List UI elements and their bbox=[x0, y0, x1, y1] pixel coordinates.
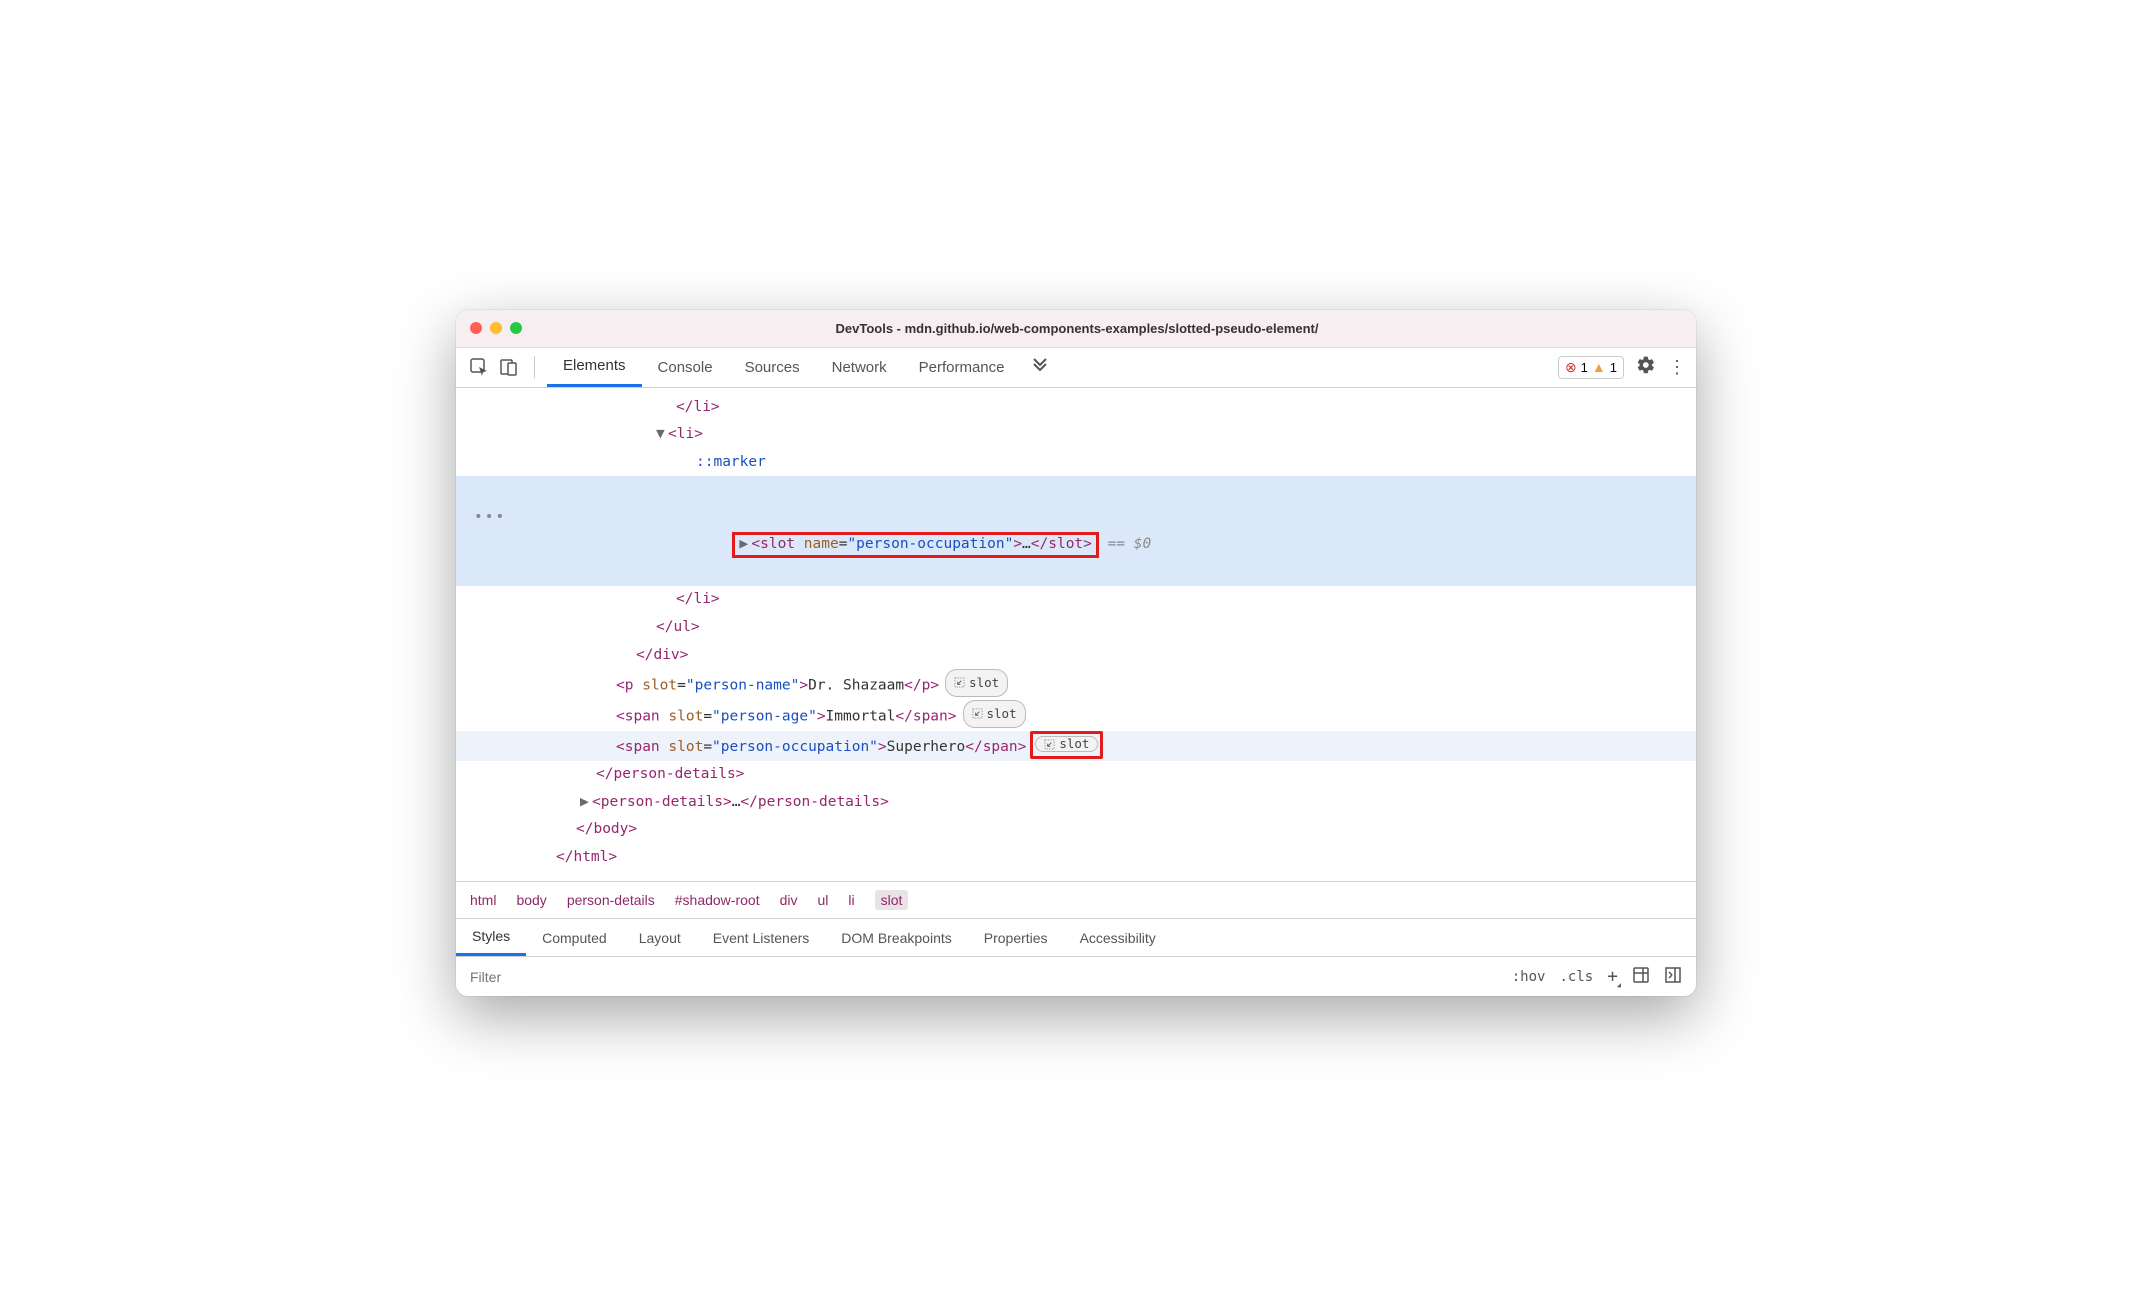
divider bbox=[534, 356, 535, 378]
breadcrumb-item[interactable]: body bbox=[516, 892, 546, 908]
subtab-layout[interactable]: Layout bbox=[623, 919, 697, 956]
dom-line[interactable]: </div> bbox=[456, 642, 1696, 670]
dom-line[interactable]: </person-details> bbox=[456, 761, 1696, 789]
reveal-slot-badge[interactable]: slot bbox=[1035, 736, 1098, 753]
close-window-button[interactable] bbox=[470, 322, 482, 334]
subtab-dom-breakpoints[interactable]: DOM Breakpoints bbox=[825, 919, 967, 956]
new-style-rule-button[interactable]: + bbox=[1607, 966, 1618, 987]
more-tabs-button[interactable] bbox=[1021, 348, 1059, 387]
styles-filter-input[interactable] bbox=[456, 957, 1498, 996]
tab-performance[interactable]: Performance bbox=[903, 348, 1021, 387]
dom-line[interactable]: </body> bbox=[456, 816, 1696, 844]
highlight-annotation: slot bbox=[1030, 731, 1103, 759]
breadcrumb-item[interactable]: html bbox=[470, 892, 496, 908]
error-icon: ⊗ bbox=[1565, 359, 1577, 376]
minimize-window-button[interactable] bbox=[490, 322, 502, 334]
expand-arrow-icon[interactable]: ▼ bbox=[656, 421, 668, 449]
breadcrumb-item[interactable]: li bbox=[848, 892, 854, 908]
dom-line[interactable]: ▼<li> bbox=[456, 421, 1696, 449]
maximize-window-button[interactable] bbox=[510, 322, 522, 334]
breadcrumbs: html body person-details #shadow-root di… bbox=[456, 881, 1696, 918]
tab-sources[interactable]: Sources bbox=[729, 348, 816, 387]
window-title: DevTools - mdn.github.io/web-components-… bbox=[522, 321, 1682, 336]
subtab-event-listeners[interactable]: Event Listeners bbox=[697, 919, 826, 956]
more-options-icon[interactable]: ⋮ bbox=[1668, 357, 1686, 378]
inspect-element-icon[interactable] bbox=[466, 354, 492, 380]
issues-badge[interactable]: ⊗ 1 ▲ 1 bbox=[1558, 356, 1624, 379]
dom-line[interactable]: <p slot="person-name">Dr. Shazaam</p>slo… bbox=[456, 669, 1696, 700]
subtab-computed[interactable]: Computed bbox=[526, 919, 623, 956]
devtools-window: DevTools - mdn.github.io/web-components-… bbox=[456, 310, 1696, 997]
titlebar: DevTools - mdn.github.io/web-components-… bbox=[456, 310, 1696, 348]
subtab-styles[interactable]: Styles bbox=[456, 919, 526, 956]
breadcrumb-item[interactable]: slot bbox=[875, 890, 909, 910]
dom-line[interactable]: ▶<person-details>…</person-details> bbox=[456, 789, 1696, 817]
styles-filter-bar: :hov .cls + bbox=[456, 956, 1696, 996]
breadcrumb-item[interactable]: div bbox=[780, 892, 798, 908]
expand-arrow-icon[interactable]: ▶ bbox=[580, 789, 592, 817]
dom-line[interactable]: <span slot="person-age">Immortal</span>s… bbox=[456, 700, 1696, 731]
computed-styles-icon[interactable] bbox=[1632, 966, 1650, 988]
highlight-annotation: ▶<slot name="person-occupation">…</slot> bbox=[732, 532, 1099, 558]
warning-count: 1 bbox=[1610, 360, 1617, 375]
toolbar-right: ⊗ 1 ▲ 1 ⋮ bbox=[1558, 355, 1686, 380]
tab-network[interactable]: Network bbox=[816, 348, 903, 387]
traffic-lights bbox=[470, 322, 522, 334]
reveal-slot-badge[interactable]: slot bbox=[963, 700, 1026, 728]
elements-tree[interactable]: </li> ▼<li> ::marker ••• ▶<slot name="pe… bbox=[456, 388, 1696, 882]
row-actions-icon[interactable]: ••• bbox=[474, 504, 506, 532]
warning-icon: ▲ bbox=[1592, 359, 1606, 375]
dom-line[interactable]: </ul> bbox=[456, 614, 1696, 642]
main-toolbar: Elements Console Sources Network Perform… bbox=[456, 348, 1696, 388]
device-toolbar-icon[interactable] bbox=[496, 354, 522, 380]
panel-tabs: Elements Console Sources Network Perform… bbox=[547, 348, 1059, 387]
dom-line[interactable]: <span slot="person-occupation">Superhero… bbox=[456, 731, 1696, 761]
dom-selected-line[interactable]: ••• ▶<slot name="person-occupation">…</s… bbox=[456, 476, 1696, 586]
dom-line[interactable]: ::marker bbox=[456, 449, 1696, 477]
reveal-slot-badge[interactable]: slot bbox=[945, 669, 1008, 697]
dom-line[interactable]: </li> bbox=[456, 394, 1696, 422]
expand-arrow-icon[interactable]: ▶ bbox=[739, 535, 751, 555]
breadcrumb-item[interactable]: ul bbox=[817, 892, 828, 908]
subtab-accessibility[interactable]: Accessibility bbox=[1064, 919, 1172, 956]
breadcrumb-item[interactable]: #shadow-root bbox=[675, 892, 760, 908]
error-count: 1 bbox=[1581, 360, 1588, 375]
tab-elements[interactable]: Elements bbox=[547, 348, 642, 387]
breadcrumb-item[interactable]: person-details bbox=[567, 892, 655, 908]
subtab-properties[interactable]: Properties bbox=[968, 919, 1064, 956]
toggle-hov-button[interactable]: :hov bbox=[1512, 969, 1546, 985]
toggle-sidebar-icon[interactable] bbox=[1664, 966, 1682, 988]
styles-subtabs: Styles Computed Layout Event Listeners D… bbox=[456, 918, 1696, 956]
settings-gear-icon[interactable] bbox=[1636, 355, 1656, 380]
dom-line[interactable]: </html> bbox=[456, 844, 1696, 872]
toggle-cls-button[interactable]: .cls bbox=[1559, 969, 1593, 985]
tab-console[interactable]: Console bbox=[642, 348, 729, 387]
dom-line[interactable]: </li> bbox=[456, 586, 1696, 614]
